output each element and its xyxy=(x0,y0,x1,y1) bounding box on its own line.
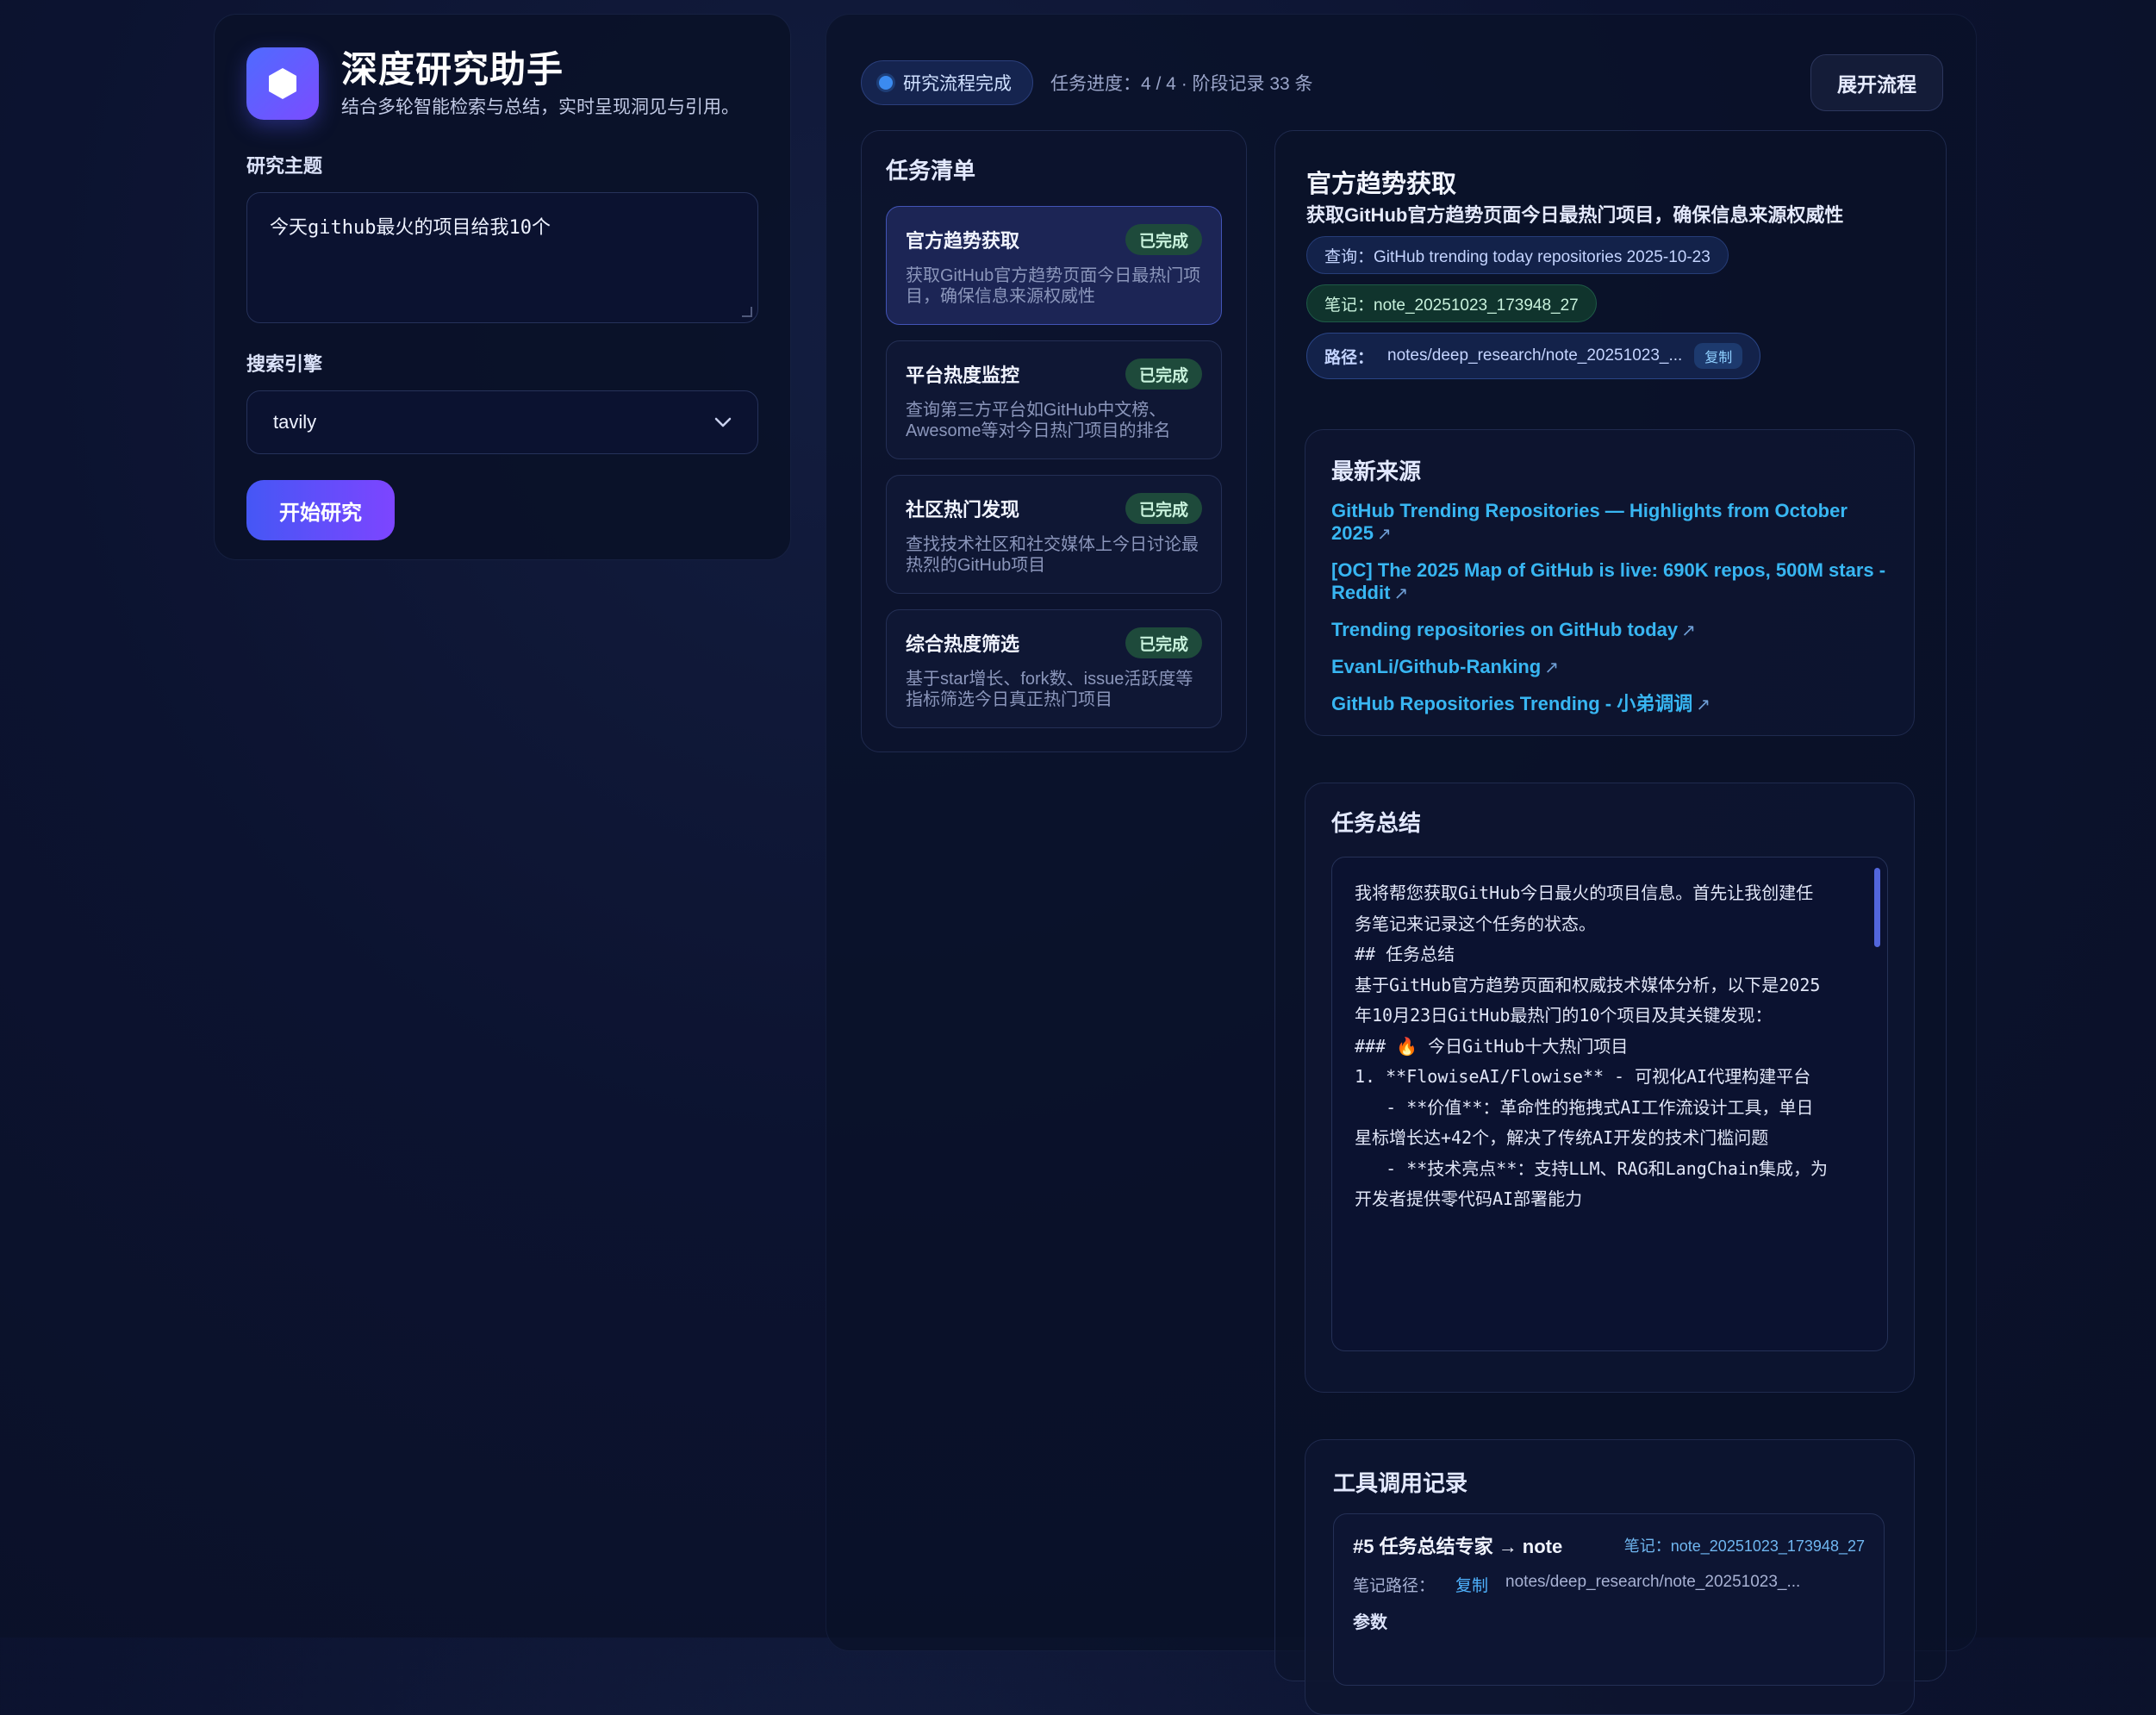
note-chip: 笔记：note_20251023_173948_27 xyxy=(1306,284,1597,322)
task-card-heat-filter[interactable]: 综合热度筛选 已完成 基于star增长、fork数、issue活跃度等指标筛选今… xyxy=(886,609,1222,728)
tool-call-item: #5 任务总结专家 → note 笔记：note_20251023_173948… xyxy=(1333,1513,1885,1686)
brand-header: 深度研究助手 结合多轮智能检索与总结，实时呈现洞见与引用。 xyxy=(246,47,758,120)
tool-call-name: #5 任务总结专家 → note xyxy=(1353,1536,1563,1557)
task-list-panel: 任务清单 官方趋势获取 已完成 获取GitHub官方趋势页面今日最热门项目，确保… xyxy=(861,130,1247,752)
path-value: notes/deep_research/note_20251023_... xyxy=(1387,346,1683,365)
sources-card: 最新来源 GitHub Trending Repositories — High… xyxy=(1305,429,1915,736)
topic-input[interactable]: 今天github最火的项目给我10个 xyxy=(246,192,758,323)
external-link-icon: ↗ xyxy=(1681,621,1696,640)
summary-line: ### 🔥 今日GitHub十大热门项目 xyxy=(1355,1035,1629,1057)
summary-line: 开发者提供零代码AI部署能力 xyxy=(1355,1188,1583,1209)
summary-line: 年10月23日GitHub最热门的10个项目及其关键发现： xyxy=(1355,1005,1773,1026)
task-progress-text: 任务进度：4 / 4 · 阶段记录 33 条 xyxy=(1050,74,1313,94)
task-description: 查找技术社区和社交媒体上今日讨论最热烈的GitHub项目 xyxy=(906,535,1199,575)
start-research-button[interactable]: 开始研究 xyxy=(246,480,395,540)
topic-input-value: 今天github最火的项目给我10个 xyxy=(270,217,551,239)
topic-label: 研究主题 xyxy=(246,155,323,177)
summary-line: 1. **FlowiseAI/Flowise** - 可视化AI代理构建平台 xyxy=(1355,1066,1811,1087)
status-dot-icon xyxy=(879,76,893,90)
summary-card: 任务总结 我将帮您获取GitHub今日最火的项目信息。首先让我创建任 务笔记来记… xyxy=(1305,783,1915,1393)
task-list-heading: 任务清单 xyxy=(886,158,976,184)
research-form-panel: 深度研究助手 结合多轮智能检索与总结，实时呈现洞见与引用。 研究主题 今天git… xyxy=(214,14,791,560)
tool-call-note: 笔记：note_20251023_173948_27 xyxy=(1623,1537,1865,1555)
external-link-icon: ↗ xyxy=(1544,658,1559,677)
tool-path-label: 笔记路径： xyxy=(1353,1577,1436,1595)
app-title: 深度研究助手 xyxy=(341,49,564,90)
scrollbar-thumb[interactable] xyxy=(1874,868,1880,947)
path-chip: 路径： notes/deep_research/note_20251023_..… xyxy=(1306,333,1761,379)
status-badge: 已完成 xyxy=(1125,493,1202,524)
task-card-official-trends[interactable]: 官方趋势获取 已完成 获取GitHub官方趋势页面今日最热门项目，确保信息来源权… xyxy=(886,206,1222,325)
task-detail-panel: 官方趋势获取 获取GitHub官方趋势页面今日最热门项目，确保信息来源权威性 查… xyxy=(1274,130,1947,1715)
summary-line: - **技术亮点**：支持LLM、RAG和LangChain集成，为 xyxy=(1355,1157,1828,1179)
engine-label: 搜索引擎 xyxy=(246,353,323,375)
app-subtitle: 结合多轮智能检索与总结，实时呈现洞见与引用。 xyxy=(341,97,739,117)
task-title: 综合热度筛选 xyxy=(906,633,1020,655)
research-main-panel: 研究流程完成 任务进度：4 / 4 · 阶段记录 33 条 展开流程 任务清单 … xyxy=(826,14,1977,1715)
task-title: 社区热门发现 xyxy=(906,499,1020,521)
resize-handle-icon[interactable] xyxy=(742,307,752,317)
summary-line: 务笔记来记录这个任务的状态。 xyxy=(1355,913,1596,934)
source-list: GitHub Trending Repositories — Highlight… xyxy=(1331,500,1888,716)
summary-line: 基于GitHub官方趋势页面和权威技术媒体分析，以下是2025 xyxy=(1355,974,1821,995)
task-description: 查询第三方平台如GitHub中文榜、Awesome等对今日热门项目的排名 xyxy=(906,401,1171,440)
status-badge: 已完成 xyxy=(1125,359,1202,390)
tool-call-path: 笔记路径： 复制 notes/deep_research/note_202510… xyxy=(1353,1573,1865,1596)
tool-calls-card: 工具调用记录 #5 任务总结专家 → note 笔记：note_20251023… xyxy=(1305,1439,1915,1715)
source-link[interactable]: [OC] The 2025 Map of GitHub is live: 690… xyxy=(1331,559,1888,605)
summary-line: 星标增长达+42个，解决了传统AI开发的技术门槛问题 xyxy=(1355,1127,1769,1148)
task-description: 获取GitHub官方趋势页面今日最热门项目，确保信息来源权威性 xyxy=(906,266,1201,306)
detail-title: 官方趋势获取 xyxy=(1306,171,1457,198)
external-link-icon: ↗ xyxy=(1393,584,1409,603)
task-title: 官方趋势获取 xyxy=(906,230,1020,252)
source-link[interactable]: GitHub Repositories Trending - 小弟调调 ↗ xyxy=(1331,693,1888,716)
path-label: 路径： xyxy=(1324,348,1374,367)
tool-params-label: 参数 xyxy=(1353,1613,1387,1632)
source-link[interactable]: GitHub Trending Repositories — Highlight… xyxy=(1331,500,1888,546)
task-title: 平台热度监控 xyxy=(906,365,1020,386)
source-link[interactable]: Trending repositories on GitHub today ↗ xyxy=(1331,619,1888,642)
task-card-platform-monitor[interactable]: 平台热度监控 已完成 查询第三方平台如GitHub中文榜、Awesome等对今日… xyxy=(886,340,1222,459)
chevron-down-icon xyxy=(714,417,732,427)
status-bar: 研究流程完成 任务进度：4 / 4 · 阶段记录 33 条 展开流程 xyxy=(861,53,1943,113)
detail-description: 获取GitHub官方趋势页面今日最热门项目，确保信息来源权威性 xyxy=(1306,204,1844,226)
summary-content[interactable]: 我将帮您获取GitHub今日最火的项目信息。首先让我创建任 务笔记来记录这个任务… xyxy=(1331,857,1888,1351)
external-link-icon: ↗ xyxy=(1376,525,1392,544)
summary-line: - **价值**：革命性的拖拽式AI工作流设计工具，单日 xyxy=(1355,1096,1814,1118)
copy-note-path-button[interactable]: 复制 xyxy=(1455,1573,1488,1596)
source-link[interactable]: EvanLi/Github-Ranking ↗ xyxy=(1331,656,1888,679)
expand-flow-button[interactable]: 展开流程 xyxy=(1810,54,1943,111)
status-badge: 已完成 xyxy=(1125,224,1202,255)
external-link-icon: ↗ xyxy=(1696,695,1711,714)
search-engine-value: tavily xyxy=(273,411,317,433)
query-chip: 查询：GitHub trending today repositories 20… xyxy=(1306,236,1729,274)
tool-calls-heading: 工具调用记录 xyxy=(1333,1470,1468,1496)
copy-path-button[interactable]: 复制 xyxy=(1694,343,1743,369)
hexagon-logo-icon xyxy=(246,47,319,120)
summary-heading: 任务总结 xyxy=(1331,810,1422,836)
task-description: 基于star增长、fork数、issue活跃度等指标筛选今日真正热门项目 xyxy=(906,670,1193,709)
task-card-community-discovery[interactable]: 社区热门发现 已完成 查找技术社区和社交媒体上今日讨论最热烈的GitHub项目 xyxy=(886,475,1222,594)
status-badge: 研究流程完成 xyxy=(861,60,1033,105)
summary-line: ## 任务总结 xyxy=(1355,944,1455,964)
status-badge: 已完成 xyxy=(1125,627,1202,658)
sources-heading: 最新来源 xyxy=(1331,458,1422,484)
search-engine-select[interactable]: tavily xyxy=(246,390,758,454)
summary-line: 我将帮您获取GitHub今日最火的项目信息。首先让我创建任 xyxy=(1355,882,1814,903)
tool-path-value: notes/deep_research/note_20251023_... xyxy=(1505,1573,1801,1591)
status-text: 研究流程完成 xyxy=(903,74,1012,94)
